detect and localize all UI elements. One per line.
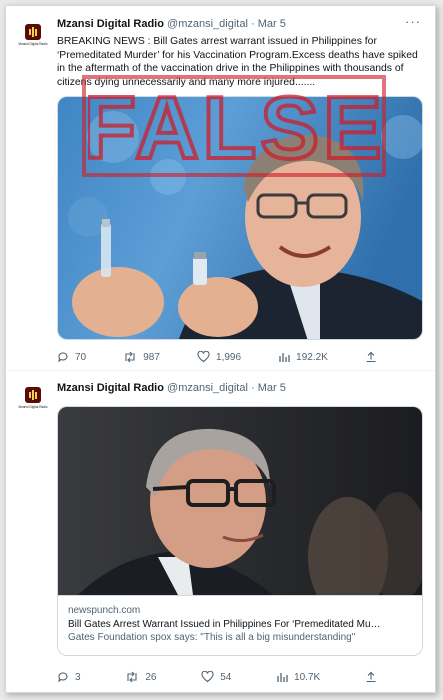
tweet-actions: 3 26 54 10.7K xyxy=(57,671,377,683)
reply-icon xyxy=(58,352,68,363)
share-button[interactable] xyxy=(365,671,377,683)
tweet[interactable]: Mzansi Digital Radio Mzansi Digital Radi… xyxy=(6,6,435,371)
reply-count: 70 xyxy=(75,351,87,363)
views-button[interactable]: 192.2K xyxy=(278,351,328,363)
avatar-caption: Mzansi Digital Radio xyxy=(18,42,48,46)
user-handle[interactable]: @mzansi_digital xyxy=(167,18,248,30)
reply-icon xyxy=(58,672,68,683)
avatar[interactable]: Mzansi Digital Radio xyxy=(16,381,50,415)
like-button[interactable]: 1,996 xyxy=(197,351,241,363)
view-count: 10.7K xyxy=(294,671,321,683)
reply-button[interactable]: 3 xyxy=(57,671,81,683)
tweets-screenshot-frame: Mzansi Digital Radio Mzansi Digital Radi… xyxy=(5,5,436,693)
reply-button[interactable]: 70 xyxy=(57,351,86,363)
views-button[interactable]: 10.7K xyxy=(276,671,320,683)
link-domain: newspunch.com xyxy=(68,605,141,616)
separator-dot: · xyxy=(250,382,255,394)
display-name[interactable]: Mzansi Digital Radio xyxy=(57,18,164,30)
tweet-header: Mzansi Digital Radio @mzansi_digital · M… xyxy=(57,18,286,30)
radio-logo-icon xyxy=(25,24,41,40)
tweet[interactable]: Mzansi Digital Radio Mzansi Digital Radi… xyxy=(6,371,435,693)
tweet-image[interactable] xyxy=(57,96,423,340)
retweet-icon xyxy=(127,671,137,683)
share-button[interactable] xyxy=(365,351,377,363)
user-handle[interactable]: @mzansi_digital xyxy=(167,382,248,394)
like-count: 54 xyxy=(220,671,232,683)
bill-gates-portrait-photo xyxy=(58,407,422,617)
retweet-button[interactable]: 987 xyxy=(123,351,160,363)
more-options-icon[interactable]: ··· xyxy=(405,14,421,29)
separator-dot: · xyxy=(250,18,255,30)
link-title: Bill Gates Arrest Warrant Issued in Phil… xyxy=(68,618,381,630)
bill-gates-vaccine-photo xyxy=(58,97,422,339)
share-icon xyxy=(366,671,376,683)
avatar-caption: Mzansi Digital Radio xyxy=(18,405,48,409)
retweet-icon xyxy=(125,351,135,363)
tweet-actions: 70 987 1,996 192.2K xyxy=(57,351,377,363)
views-chart-icon xyxy=(279,353,290,362)
avatar[interactable]: Mzansi Digital Radio xyxy=(16,18,50,52)
heart-icon xyxy=(197,351,210,363)
view-count: 192.2K xyxy=(296,351,328,363)
tweet-date[interactable]: Mar 5 xyxy=(258,18,286,30)
link-card[interactable]: newspunch.com Bill Gates Arrest Warrant … xyxy=(57,406,423,656)
tweet-text: BREAKING NEWS : Bill Gates arrest warran… xyxy=(57,36,418,88)
retweet-count: 26 xyxy=(145,671,157,683)
radio-logo-icon xyxy=(25,387,41,403)
retweet-count: 987 xyxy=(143,351,160,363)
link-card-caption[interactable]: newspunch.com Bill Gates Arrest Warrant … xyxy=(58,595,422,655)
like-button[interactable]: 54 xyxy=(201,671,231,683)
retweet-button[interactable]: 26 xyxy=(125,671,156,683)
display-name[interactable]: Mzansi Digital Radio xyxy=(57,382,164,394)
tweet-header: Mzansi Digital Radio @mzansi_digital · M… xyxy=(57,382,286,394)
share-icon xyxy=(366,351,376,363)
link-description: Gates Foundation spox says: "This is all… xyxy=(68,632,356,643)
views-chart-icon xyxy=(277,673,288,682)
reply-count: 3 xyxy=(75,671,81,683)
tweet-date[interactable]: Mar 5 xyxy=(258,382,286,394)
like-count: 1,996 xyxy=(216,351,242,363)
heart-icon xyxy=(201,671,214,683)
